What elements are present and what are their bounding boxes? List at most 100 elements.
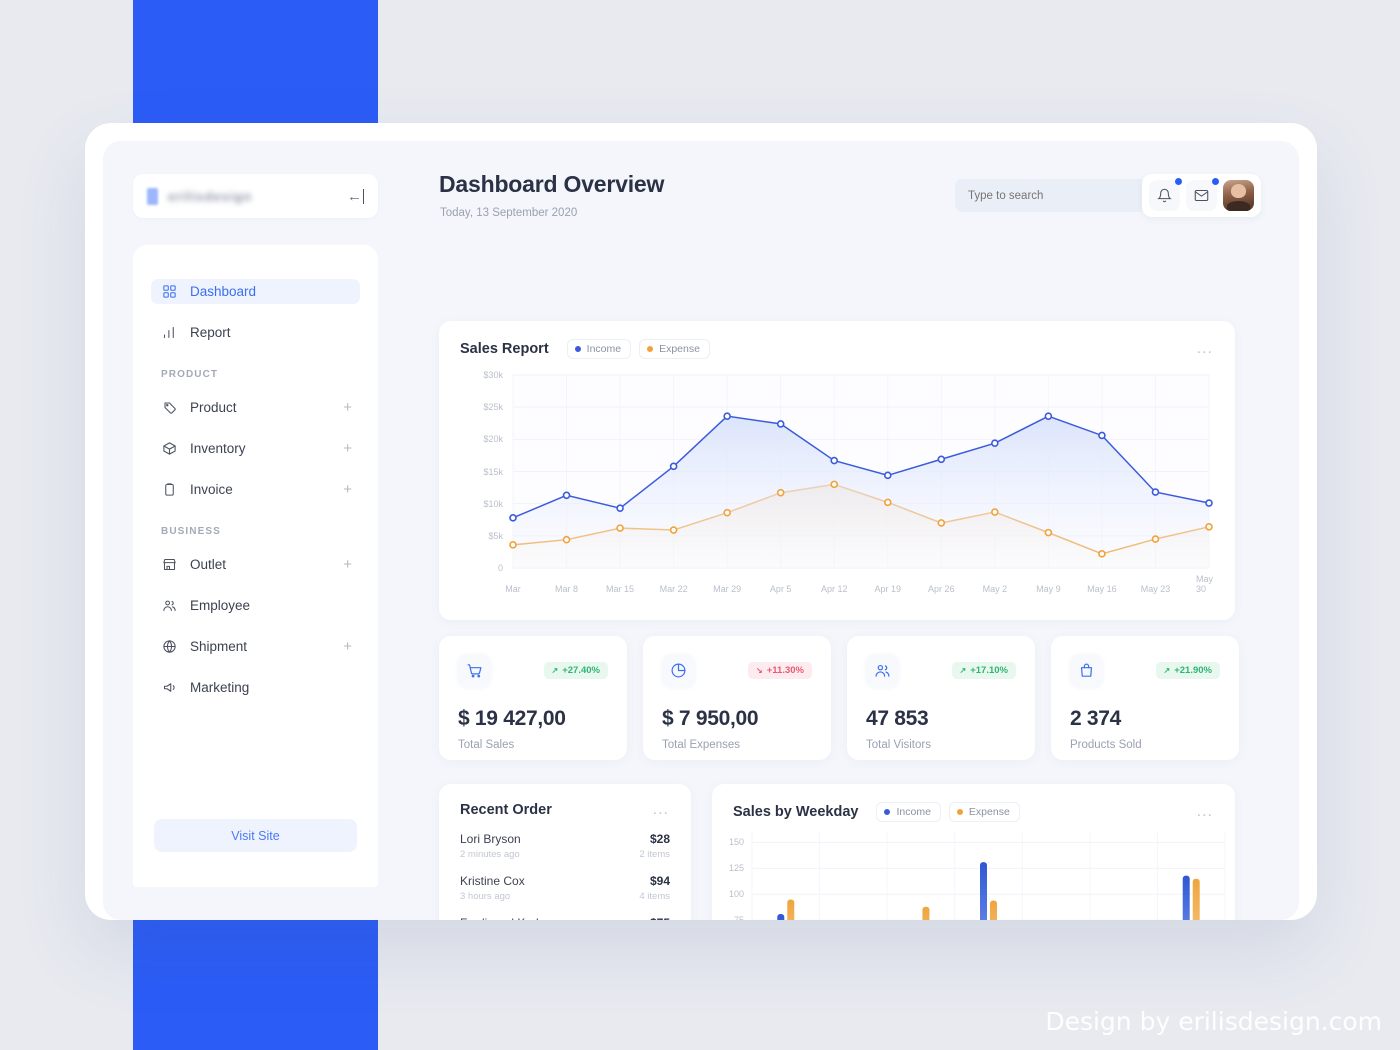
stat-label: Products Sold (1070, 739, 1142, 751)
legend-item-expense[interactable]: Expense (948, 802, 1020, 822)
order-row[interactable]: Ferdinand Karl$752 days ago5 items (439, 916, 691, 920)
order-customer-name: Lori Bryson (460, 832, 521, 846)
y-axis-tick: $25k (483, 402, 503, 413)
sidebar-item-dashboard[interactable]: Dashboard (151, 279, 360, 304)
recent-order-list: Lori Bryson $28 2 minutes ago 2 items Kristi… (439, 832, 691, 920)
sidebar-section-title: BUSINESS (161, 526, 221, 537)
grid-icon (161, 284, 177, 300)
stat-value: $ 7 950,00 (662, 707, 759, 730)
sidebar-item-invoice[interactable]: Invoice + (151, 477, 360, 502)
notification-badge (1175, 178, 1182, 185)
order-item-count: 2 items (639, 849, 670, 860)
shopping-cart-icon (458, 654, 491, 687)
messages-button[interactable] (1186, 178, 1219, 211)
sidebar-item-outlet[interactable]: Outlet + (151, 552, 360, 577)
avatar[interactable] (1223, 180, 1254, 211)
sidebar-primary-group: Dashboard Report (133, 279, 378, 345)
order-primary-line: Ferdinand Karl $75 (460, 916, 670, 920)
sidebar-item-marketing[interactable]: Marketing (151, 675, 360, 700)
order-time: 2 minutes ago (460, 849, 520, 860)
sales-report-more-button[interactable]: ... (1197, 341, 1213, 356)
visit-site-button[interactable]: Visit Site (154, 819, 357, 852)
topbar (955, 174, 1261, 217)
order-price: $94 (649, 874, 670, 888)
notifications-button[interactable] (1149, 178, 1182, 211)
sidebar-item-expand-icon[interactable]: + (343, 400, 352, 415)
stat-change-badge: ↗ +21.90% (1155, 662, 1220, 679)
x-axis-tick: May 9 (1036, 584, 1061, 594)
sidebar-item-expand-icon[interactable]: + (343, 482, 352, 497)
x-axis-tick: Apr 19 (874, 584, 902, 594)
search-box[interactable] (955, 179, 1147, 212)
x-axis-tick: May 2 (982, 584, 1008, 594)
screenshot-root: erilisdesign ← Dashboard Report PRODUCT Pr… (0, 0, 1400, 1050)
legend-item-income[interactable]: Income (876, 802, 941, 822)
order-price: $28 (649, 832, 670, 846)
users-icon (866, 654, 899, 687)
sidebar-item-product[interactable]: Product + (151, 395, 360, 420)
x-axis-tick: Mar 22 (659, 584, 688, 594)
y-axis-tick: $5k (488, 530, 503, 541)
x-axis-tick: May 16 (1087, 584, 1117, 594)
topbar-icon-cluster (1142, 174, 1261, 217)
order-item-count: 4 items (639, 891, 670, 902)
sidebar-item-label: Marketing (190, 680, 250, 695)
sidebar-item-expand-icon[interactable]: + (343, 557, 352, 572)
stat-label: Total Expenses (662, 739, 740, 751)
recent-order-header: Recent Order ... (439, 784, 691, 818)
legend-label: Income (896, 806, 931, 818)
stat-card-total-sales: ↗ +27.40% $ 19 427,00 Total Sales (439, 636, 627, 760)
recent-order-more-button[interactable]: ... (653, 802, 669, 817)
x-axis-tick: Apr 26 (928, 584, 955, 594)
legend-item-expense[interactable]: Expense (639, 339, 710, 359)
sidebar-item-label: Outlet (190, 557, 227, 572)
sales-weekday-more-button[interactable]: ... (1197, 804, 1213, 819)
order-secondary-line: 2 minutes ago 2 items (460, 849, 670, 860)
stat-card-total-visitors: ↗ +17.10% 47 853 Total Visitors (847, 636, 1035, 760)
stat-change-value: +27.40% (562, 665, 600, 676)
x-axis-tick: May 30 (1196, 574, 1214, 594)
order-customer-name: Kristine Cox (460, 874, 525, 888)
watermark: Design by erilisdesign.com (1045, 1007, 1382, 1036)
stat-change-badge: ↗ +27.40% (543, 662, 608, 679)
sidebar-item-report[interactable]: Report (151, 320, 360, 345)
sidebar-item-label: Shipment (190, 639, 248, 654)
sidebar-item-employee[interactable]: Employee (151, 593, 360, 618)
y-axis-tick: $10k (483, 498, 503, 509)
stat-change-value: +17.10% (970, 665, 1008, 676)
sales-report-chart: 0 $5k $10k $15k $20k $25k $30k Mar Mar 8 Mar 15 Ma… (439, 359, 1235, 604)
bag-icon (1070, 654, 1103, 687)
box-icon (161, 441, 177, 457)
order-row[interactable]: Kristine Cox $94 3 hours ago 4 items (439, 874, 691, 902)
sidebar-item-label: Inventory (190, 441, 246, 456)
order-customer-name: Ferdinand Karl (460, 916, 539, 920)
order-price: $75 (650, 916, 670, 920)
x-axis-tick: May 23 (1140, 584, 1171, 594)
legend-label: Expense (659, 343, 700, 355)
megaphone-icon (161, 680, 177, 696)
page-subtitle: Today, 13 September 2020 (440, 207, 578, 219)
sidebar-item-inventory[interactable]: Inventory + (151, 436, 360, 461)
sidebar-item-label: Report (190, 325, 231, 340)
stat-change-badge: ↘ +11.30% (748, 662, 812, 679)
trend-up-icon: ↗ (1163, 666, 1171, 675)
x-axis-tick: Apr 12 (820, 584, 848, 594)
legend-label: Expense (968, 806, 1010, 818)
sidebar-collapse-button[interactable]: ← (347, 188, 364, 205)
legend-item-income[interactable]: Income (566, 339, 632, 359)
stat-change-value: +11.30% (766, 665, 804, 676)
order-row[interactable]: Lori Bryson $28 2 minutes ago 2 items (439, 832, 691, 860)
sidebar-item-shipment[interactable]: Shipment + (151, 634, 360, 659)
search-input[interactable] (968, 189, 1134, 202)
sidebar-item-label: Dashboard (190, 284, 257, 299)
sidebar-item-expand-icon[interactable]: + (343, 639, 352, 654)
x-axis-tick: Mar (505, 584, 521, 594)
sidebar-item-expand-icon[interactable]: + (343, 441, 352, 456)
sidebar-item-label: Product (190, 400, 237, 415)
pie-chart-icon (662, 654, 695, 687)
sidebar-item-label: Invoice (190, 482, 233, 497)
sales-weekday-title: Sales by Weekday (733, 804, 859, 820)
app-content-area: erilisdesign ← Dashboard Report PRODUCT Pr… (103, 141, 1299, 920)
decorative-blue-block-bottom (133, 910, 378, 1050)
sidebar-section-title: PRODUCT (161, 369, 219, 380)
